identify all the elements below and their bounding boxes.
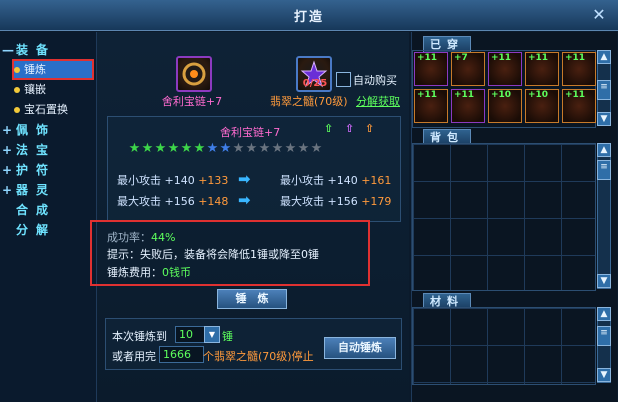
decompose-link[interactable]: 分解获取: [356, 93, 400, 109]
equipped-slot[interactable]: +7: [451, 52, 485, 86]
star-icon: ★: [193, 141, 206, 156]
equipped-slot[interactable]: +11: [488, 52, 522, 86]
nav-category-label: 法宝: [16, 143, 57, 157]
star-icon: ★: [128, 141, 141, 156]
upgrade-arrow-purple-icon: ⇧: [345, 122, 355, 135]
arrow-right-icon: ➡: [238, 191, 251, 209]
star-rating: ★★★★★★★★★★★★★★★: [128, 142, 323, 155]
stat-row-min-current: 最小攻击 +140 +133: [117, 174, 229, 187]
nav-category-label: 佩饰: [16, 123, 57, 137]
star-icon: ★: [310, 141, 323, 156]
stat-row-min-new: 最小攻击 +140 +161: [280, 174, 392, 187]
expand-icon[interactable]: +: [2, 121, 16, 139]
nav-category-decompose[interactable]: 分解: [2, 221, 92, 239]
nav-category-accessory[interactable]: + 佩饰: [2, 121, 92, 139]
equipped-slot[interactable]: +11: [562, 89, 596, 123]
collapse-icon[interactable]: —: [2, 41, 16, 59]
stat-row-max-new: 最大攻击 +156 +179: [280, 195, 392, 208]
arrow-right-icon: ➡: [238, 170, 251, 188]
scroll-up-icon[interactable]: ▲: [597, 143, 611, 157]
use-count-input[interactable]: 1666: [159, 346, 204, 363]
scroll-up-icon[interactable]: ▲: [597, 307, 611, 321]
nav-category-equipment[interactable]: — 装备: [2, 41, 92, 59]
upgrade-arrow-green-icon: ⇧: [324, 122, 334, 135]
dropdown-arrow-icon[interactable]: ▼: [204, 326, 220, 343]
scroll-down-icon[interactable]: ▼: [597, 368, 611, 382]
expand-icon[interactable]: +: [2, 161, 16, 179]
nav-sub-hammer[interactable]: 锤炼: [12, 59, 94, 80]
item-name-mid: 舍利宝链+7: [220, 126, 281, 139]
star-icon: ★: [284, 141, 297, 156]
necklace-icon: [182, 62, 206, 86]
equipped-slot[interactable]: +10: [525, 89, 559, 123]
item-name-top: 舍利宝链+7: [161, 95, 223, 108]
bullet-icon: [14, 87, 20, 93]
star-icon: ★: [141, 141, 154, 156]
equipped-slot[interactable]: +11: [525, 52, 559, 86]
equipped-slot[interactable]: +11: [414, 52, 448, 86]
nav-category-spirit[interactable]: + 器灵: [2, 181, 92, 199]
bullet-icon: [14, 67, 20, 73]
scroll-thumb[interactable]: ≡: [597, 326, 611, 346]
nav-category-label: 装备: [16, 43, 57, 57]
material-count: 0/25: [302, 78, 328, 89]
nav-sub-label: 宝石置换: [24, 103, 68, 116]
nav-sub-label: 镶嵌: [24, 83, 46, 96]
star-icon: ★: [232, 141, 245, 156]
equipped-slot[interactable]: +11: [451, 89, 485, 123]
auto-hammer-button[interactable]: 自动锤炼: [324, 337, 396, 359]
material-grid[interactable]: [412, 307, 596, 385]
equipped-slot[interactable]: +11: [562, 52, 596, 86]
use-prefix: 或者用完: [112, 350, 156, 363]
bag-grid[interactable]: [412, 143, 596, 291]
equipment-slot[interactable]: [176, 56, 212, 92]
auto-buy-label: 自动购买: [353, 74, 397, 87]
nav-category-label: 合成: [16, 203, 57, 217]
nav-category-label: 器灵: [16, 183, 57, 197]
upgrade-arrow-orange-icon: ⇧: [365, 122, 375, 135]
equipped-slot[interactable]: +10: [488, 89, 522, 123]
target-suffix: 锤: [222, 330, 233, 343]
star-icon: ★: [271, 141, 284, 156]
scroll-thumb[interactable]: ≡: [597, 80, 611, 100]
window-title: 打造: [293, 10, 324, 25]
nav-sub-label: 锤炼: [24, 63, 46, 76]
nav-sub-inlay[interactable]: 镶嵌: [14, 81, 92, 98]
hammer-button[interactable]: 锤 炼: [217, 289, 287, 309]
hammer-cost: 锤炼费用：0钱币: [107, 266, 191, 279]
scroll-up-icon[interactable]: ▲: [597, 50, 611, 64]
star-icon: ★: [258, 141, 271, 156]
star-icon: ★: [245, 141, 258, 156]
star-icon: ★: [219, 141, 232, 156]
success-rate: 成功率：44%: [107, 231, 176, 244]
bullet-icon: [14, 107, 20, 113]
material-name: 翡翠之髓(70级): [270, 95, 348, 108]
star-icon: ★: [180, 141, 193, 156]
scroll-thumb[interactable]: ≡: [597, 160, 611, 180]
left-navigation: — 装备 锤炼 镶嵌 宝石置换 + 佩饰 + 法宝 + 护符 + 器灵 合成 分解: [0, 32, 97, 402]
star-icon: ★: [154, 141, 167, 156]
star-icon: ★: [297, 141, 310, 156]
close-icon[interactable]: ✕: [589, 5, 609, 25]
star-icon: ★: [206, 141, 219, 156]
failure-hint: 提示：失败后，装备将会降低1锤或降至0锤: [107, 248, 319, 261]
scroll-down-icon[interactable]: ▼: [597, 112, 611, 126]
scroll-down-icon[interactable]: ▼: [597, 274, 611, 288]
nav-category-label: 分解: [16, 223, 57, 237]
use-suffix: 个翡翠之髓(70级)停止: [203, 350, 314, 363]
nav-sub-gem-swap[interactable]: 宝石置换: [14, 101, 92, 118]
target-prefix: 本次锤炼到: [112, 330, 167, 343]
stat-row-max-current: 最大攻击 +156 +148: [117, 195, 229, 208]
equipped-slot[interactable]: +11: [414, 89, 448, 123]
equipped-grid: +11 +7 +11 +11 +11 +11 +11 +10 +10 +11: [412, 50, 596, 128]
star-icon: ★: [167, 141, 180, 156]
nav-category-talisman[interactable]: + 护符: [2, 161, 92, 179]
nav-category-treasure[interactable]: + 法宝: [2, 141, 92, 159]
nav-category-label: 护符: [16, 163, 57, 177]
expand-icon[interactable]: +: [2, 181, 16, 199]
nav-category-combine[interactable]: 合成: [2, 201, 92, 219]
expand-icon[interactable]: +: [2, 141, 16, 159]
auto-buy-checkbox[interactable]: [336, 72, 351, 87]
